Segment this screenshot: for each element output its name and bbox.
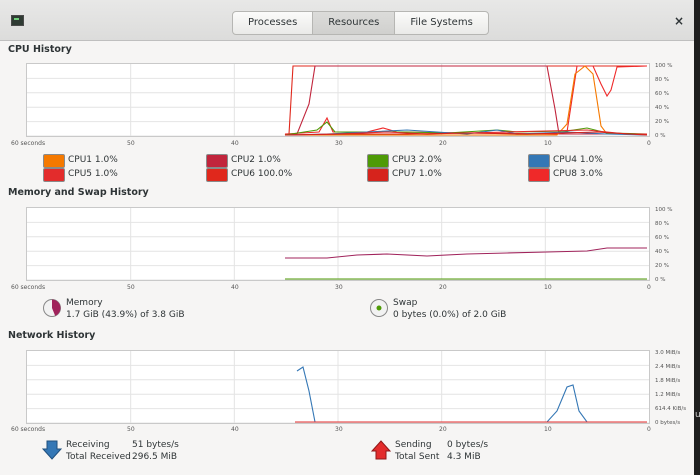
cpu1-label: CPU1 1.0%	[68, 155, 118, 165]
terminal-app-icon	[11, 15, 24, 26]
cpu-x-tick-20: 20	[439, 140, 447, 147]
tab-file-systems[interactable]: File Systems	[395, 12, 487, 34]
memory-section-title: Memory and Swap History	[8, 187, 149, 198]
mem-x-tick-30: 30	[335, 284, 343, 291]
receiving-label: Receiving	[66, 440, 110, 450]
tab-processes[interactable]: Processes	[233, 12, 314, 34]
net-x-tick-60: 60 seconds	[11, 426, 46, 433]
mem-x-tick-40: 40	[231, 284, 239, 291]
cpu-y-tick: 40 %	[655, 105, 669, 111]
desktop-background-strip	[694, 0, 700, 475]
cpu-x-tick-0: 0	[647, 140, 651, 147]
swap-value: 0 bytes (0.0%) of 2.0 GiB	[393, 310, 507, 320]
cpu4-label: CPU4 1.0%	[553, 155, 603, 165]
cpu5-color-swatch[interactable]	[43, 168, 65, 182]
cpu-y-tick: 80 %	[655, 77, 669, 83]
sending-legend: Sending 0 bytes/s Total Sent 4.3 MiB	[370, 440, 488, 463]
cpu1-color-swatch[interactable]	[43, 154, 65, 168]
net-x-tick-0: 0	[647, 426, 651, 433]
network-section-title: Network History	[8, 330, 96, 341]
net-y-tick: 614.4 KiB/s	[655, 406, 687, 412]
net-y-tick: 3.0 MiB/s	[655, 350, 681, 356]
mem-x-tick-50: 50	[127, 284, 135, 291]
close-button[interactable]: ×	[670, 11, 688, 31]
cpu-x-tick-60: 60 seconds	[11, 140, 46, 147]
mem-y-tick: 0 %	[655, 277, 666, 283]
cpu6-trace	[284, 65, 647, 136]
cpu-y-tick: 100 %	[655, 63, 673, 69]
cpu3-color-swatch[interactable]	[367, 154, 389, 168]
mem-y-tick: 100 %	[655, 207, 673, 213]
receiving-legend: Receiving 51 bytes/s Total Received 296.…	[41, 440, 179, 463]
cpu-x-tick-40: 40	[231, 140, 239, 147]
net-y-tick: 0 bytes/s	[655, 420, 681, 426]
cpu8-trace	[284, 65, 648, 135]
cpu3-label: CPU3 2.0%	[392, 155, 442, 165]
cpu5-label: CPU5 1.0%	[68, 169, 118, 179]
cpu-x-tick-30: 30	[335, 140, 343, 147]
background-window-text: u	[695, 410, 700, 420]
tab-resources[interactable]: Resources	[313, 12, 396, 34]
mem-y-tick: 60 %	[655, 235, 669, 241]
net-y-tick: 2.4 MiB/s	[655, 364, 681, 370]
view-switcher: Processes Resources File Systems	[232, 11, 489, 35]
cpu-section-title: CPU History	[8, 44, 72, 55]
cpu-history-graph	[26, 63, 650, 137]
cpu-y-tick: 20 %	[655, 119, 669, 125]
mem-x-tick-10: 10	[544, 284, 552, 291]
sending-value: 0 bytes/s	[447, 440, 489, 450]
mem-x-tick-60: 60 seconds	[11, 284, 46, 291]
cpu-x-tick-10: 10	[544, 140, 552, 147]
network-history-plot	[27, 351, 649, 423]
memory-history-plot	[27, 208, 649, 280]
mem-y-tick: 20 %	[655, 263, 669, 269]
cpu-y-tick: 0 %	[655, 133, 666, 139]
cpu6-label: CPU6 100.0%	[231, 169, 293, 179]
memory-trace	[285, 247, 647, 259]
network-history-graph	[26, 350, 650, 424]
total-received-label: Total Received	[66, 452, 131, 462]
net-x-tick-20: 20	[439, 426, 447, 433]
cpu1-trace	[285, 65, 647, 136]
total-received-value: 296.5 MiB	[132, 452, 178, 462]
upload-arrow-icon[interactable]	[370, 440, 392, 460]
swap-label: Swap	[393, 298, 418, 308]
sending-label: Sending	[395, 440, 432, 450]
memory-pie-icon[interactable]	[42, 298, 62, 318]
memory-label: Memory	[66, 298, 103, 308]
cpu2-label: CPU2 1.0%	[231, 155, 281, 165]
cpu8-label: CPU8 3.0%	[553, 169, 603, 179]
memory-history-graph	[26, 207, 650, 281]
memory-value: 1.7 GiB (43.9%) of 3.8 GiB	[66, 310, 185, 320]
net-y-tick: 1.2 MiB/s	[655, 392, 681, 398]
cpu-x-tick-50: 50	[127, 140, 135, 147]
cpu6-color-swatch[interactable]	[206, 168, 228, 182]
cpu7-color-swatch[interactable]	[367, 168, 389, 182]
cpu-y-tick: 60 %	[655, 91, 669, 97]
cpu7-label: CPU7 1.0%	[392, 169, 442, 179]
download-arrow-icon[interactable]	[41, 440, 63, 460]
cpu-history-plot	[27, 64, 649, 136]
net-x-tick-50: 50	[127, 426, 135, 433]
net-x-tick-30: 30	[335, 426, 343, 433]
net-x-tick-40: 40	[231, 426, 239, 433]
net-x-tick-10: 10	[544, 426, 552, 433]
total-sent-label: Total Sent	[395, 452, 440, 462]
mem-x-tick-0: 0	[647, 284, 651, 291]
net-y-tick: 1.8 MiB/s	[655, 378, 681, 384]
cpu4-color-swatch[interactable]	[528, 154, 550, 168]
system-monitor-window: Processes Resources File Systems × CPU H…	[0, 0, 694, 475]
cpu8-color-swatch[interactable]	[528, 168, 550, 182]
swap-pie-icon[interactable]	[369, 298, 389, 318]
total-sent-value: 4.3 MiB	[447, 452, 481, 462]
header-bar: Processes Resources File Systems ×	[0, 0, 694, 41]
cpu2-color-swatch[interactable]	[206, 154, 228, 168]
mem-y-tick: 40 %	[655, 249, 669, 255]
mem-x-tick-20: 20	[439, 284, 447, 291]
receiving-value: 51 bytes/s	[132, 440, 179, 450]
cpu2-trace	[284, 65, 647, 136]
mem-y-tick: 80 %	[655, 221, 669, 227]
